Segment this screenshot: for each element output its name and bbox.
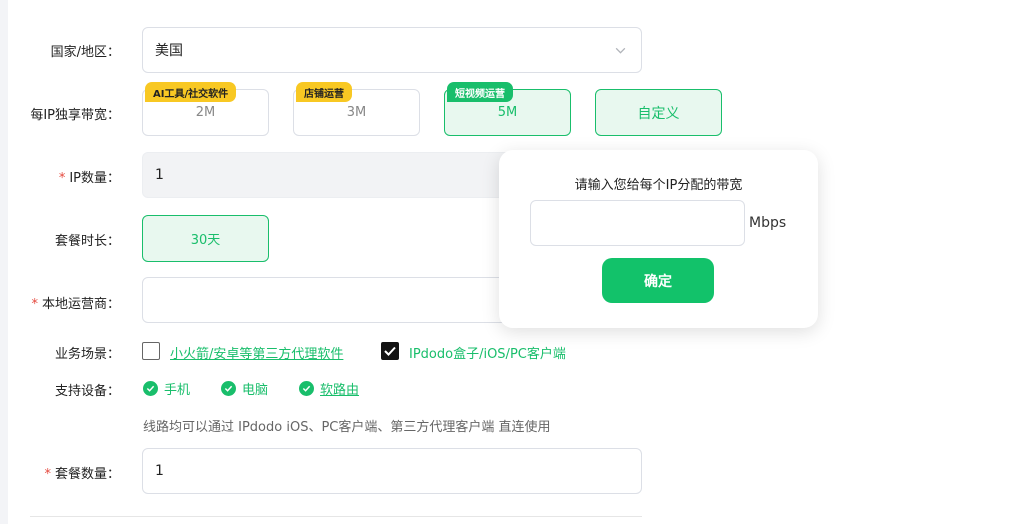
- chevron-down-icon: [615, 47, 626, 54]
- confirm-button[interactable]: 确定: [602, 258, 714, 303]
- duration-option-30d[interactable]: 30天: [142, 215, 269, 262]
- device-computer: 电脑: [221, 379, 268, 398]
- bandwidth-tag: 店铺运营: [296, 82, 352, 102]
- local-isp-label: * 本地运营商：: [10, 293, 120, 312]
- duration-label: 套餐时长：: [54, 234, 120, 249]
- bandwidth-label: 每IP独享带宽：: [30, 108, 120, 123]
- device-phone: 手机: [143, 379, 190, 398]
- bandwidth-tag: AI工具/社交软件: [145, 82, 237, 102]
- required-mark: *: [31, 297, 38, 312]
- scenario-checkbox-third-party[interactable]: [142, 342, 160, 360]
- bandwidth-value: 2M: [195, 105, 216, 120]
- bandwidth-option-5m[interactable]: 短视频运营 5M: [444, 82, 571, 136]
- package-count-label-text: 套餐数量：: [54, 467, 120, 482]
- scenario-label: 业务场景：: [54, 347, 120, 362]
- bandwidth-unit: Mbps: [749, 215, 787, 231]
- bandwidth-value: 3M: [346, 105, 367, 120]
- device-phone-label: 手机: [164, 383, 191, 398]
- check-circle-icon: [299, 381, 314, 396]
- bandwidth-input[interactable]: [530, 200, 745, 246]
- device-router-label[interactable]: 软路由: [320, 379, 359, 398]
- scenario-option-third-party[interactable]: 小火箭/安卓等第三方代理软件: [170, 343, 343, 362]
- divider: [30, 516, 642, 517]
- ip-count-value: 1: [155, 167, 164, 183]
- bandwidth-option-3m[interactable]: 店铺运营 3M: [293, 82, 420, 136]
- bandwidth-value: 5M: [497, 105, 518, 120]
- country-label: 国家/地区：: [50, 45, 120, 60]
- device-computer-label: 电脑: [242, 383, 269, 398]
- check-circle-icon: [143, 381, 158, 396]
- country-value: 美国: [155, 43, 183, 59]
- package-count-input[interactable]: 1: [142, 448, 642, 494]
- package-count-label: * 套餐数量：: [10, 463, 120, 482]
- bandwidth-custom-button[interactable]: 自定义: [595, 89, 722, 136]
- package-count-value: 1: [155, 463, 164, 479]
- custom-bandwidth-popover: 请输入您给每个IP分配的带宽 Mbps 确定: [499, 150, 818, 328]
- left-edge-strip: [0, 0, 8, 524]
- scenario-option-ipdodo[interactable]: IPdodo盒子/iOS/PC客户端: [409, 343, 566, 362]
- bandwidth-tag: 短视频运营: [447, 82, 513, 102]
- required-mark: *: [58, 171, 66, 186]
- check-circle-icon: [221, 381, 236, 396]
- ip-count-label-text: IP数量：: [69, 171, 120, 186]
- required-mark: *: [44, 467, 51, 482]
- bandwidth-option-2m[interactable]: AI工具/社交软件 2M: [142, 82, 269, 136]
- connection-hint: 线路均可以通过 IPdodo iOS、PC客户端、第三方代理客户端 直连使用: [143, 420, 551, 435]
- checkmark-icon: [384, 346, 396, 356]
- popover-title: 请输入您给每个IP分配的带宽: [574, 178, 743, 193]
- local-isp-label-text: 本地运营商：: [41, 297, 120, 312]
- device-router[interactable]: 软路由: [299, 379, 359, 398]
- devices-label: 支持设备：: [54, 384, 120, 399]
- country-select[interactable]: 美国: [142, 27, 642, 73]
- ip-count-label: * IP数量：: [10, 167, 120, 186]
- scenario-checkbox-ipdodo[interactable]: [381, 342, 399, 360]
